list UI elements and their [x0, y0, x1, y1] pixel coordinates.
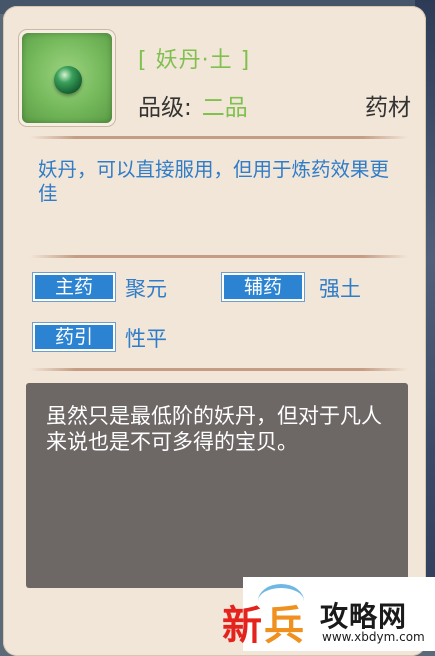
item-name: [ 妖丹·土 ] [138, 48, 251, 73]
watermark-url: www.xbdym.com [322, 630, 425, 644]
tag-guide-herb: 药引 [33, 323, 115, 351]
grade-label: 品级: [138, 95, 192, 121]
grade-value: 二品 [201, 95, 248, 121]
tag-main-herb: 主药 [33, 273, 115, 301]
main-herb-value: 聚元 [125, 277, 167, 301]
divider-bottom [30, 368, 408, 371]
watermark-site-name: 攻略网 [320, 600, 408, 633]
auxiliary-herb-value: 强土 [319, 277, 361, 301]
watermark-char-xin: 新 [222, 603, 262, 649]
watermark-char-bing: 兵 [264, 603, 304, 649]
item-type: 药材 [365, 95, 411, 121]
item-grade: 品级: 二品 [138, 88, 248, 122]
lore-text: 虽然只是最低阶的妖丹，但对于凡人来说也是不可多得的宝贝。 [46, 404, 382, 454]
green-orb-icon [54, 66, 82, 94]
item-icon-frame [19, 30, 115, 126]
item-description: 妖丹，可以直接服用，但用于炼药效果更佳 [38, 158, 390, 205]
divider-top [30, 136, 408, 139]
item-icon-background [22, 33, 112, 123]
tag-auxiliary-herb: 辅药 [222, 273, 304, 301]
divider-middle [30, 255, 408, 258]
guide-herb-value: 性平 [125, 327, 167, 351]
lore-box: 虽然只是最低阶的妖丹，但对于凡人来说也是不可多得的宝贝。 [26, 383, 408, 588]
